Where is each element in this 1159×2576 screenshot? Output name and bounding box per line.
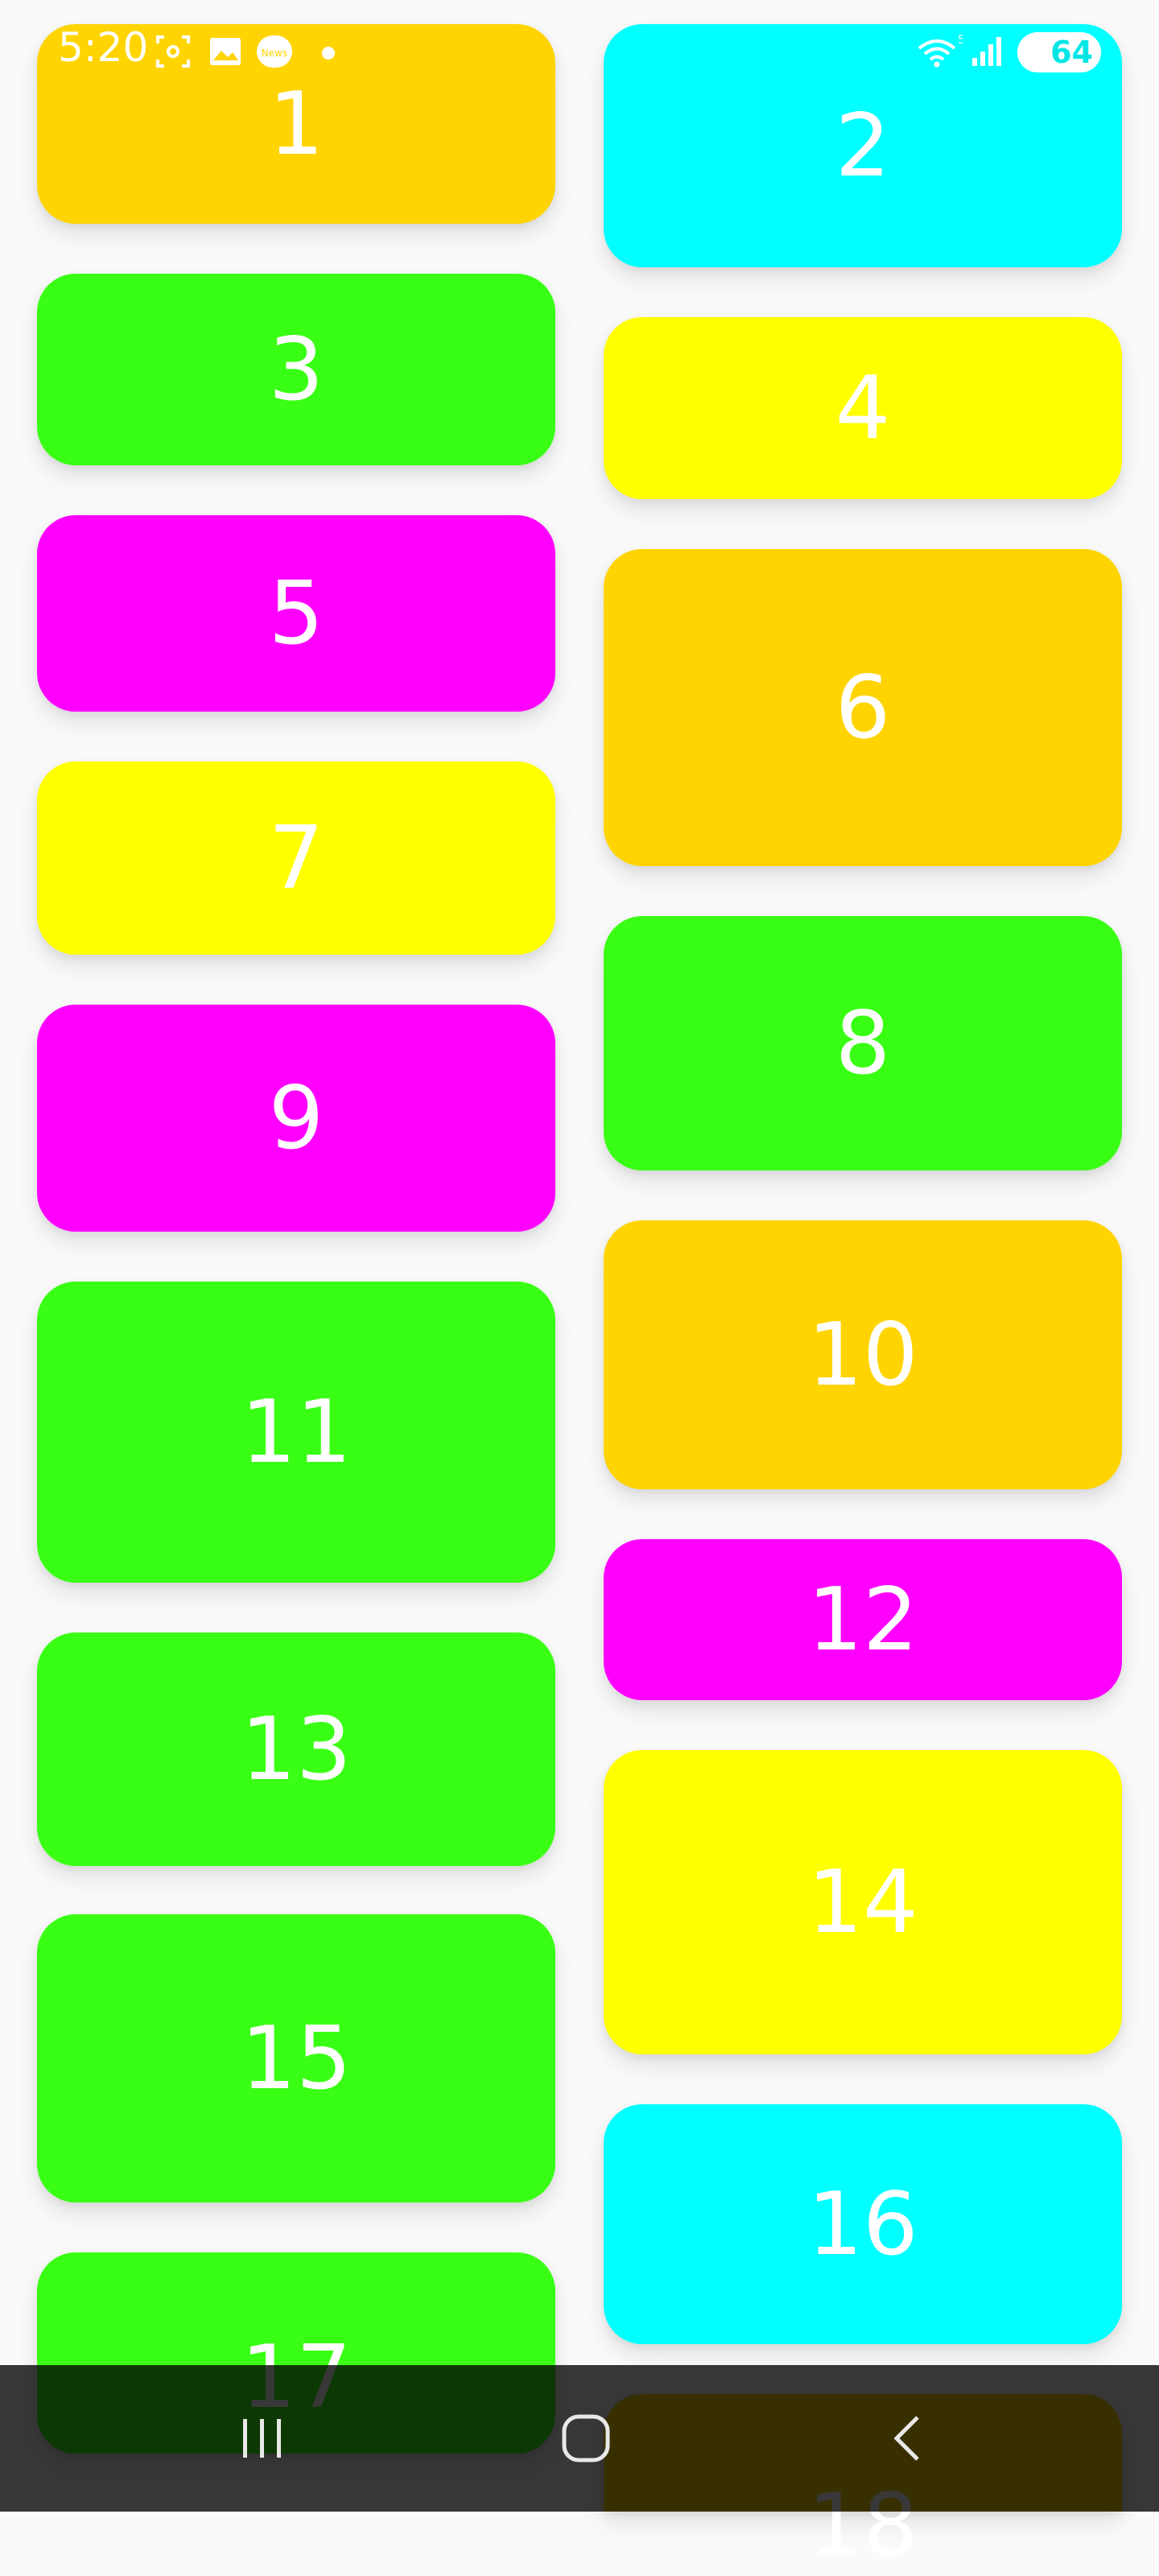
grid-card[interactable]: 14: [604, 1750, 1122, 2054]
grid-card[interactable]: 3: [37, 274, 555, 465]
card-label: 14: [807, 1852, 918, 1953]
card-label: 8: [835, 993, 891, 1094]
card-label: 9: [268, 1067, 324, 1169]
grid-card[interactable]: 12: [604, 1539, 1122, 1700]
grid-card[interactable]: 8: [604, 916, 1122, 1170]
grid-card[interactable]: 6: [604, 549, 1122, 866]
wifi-icon: 5: [918, 34, 963, 68]
grid-card[interactable]: 16: [604, 2104, 1122, 2344]
card-label: 4: [835, 357, 891, 459]
card-label: 16: [807, 2174, 918, 2275]
back-button[interactable]: [813, 2365, 1006, 2512]
card-label: 2: [835, 95, 891, 196]
gallery-icon: [210, 38, 241, 65]
navigation-bar: [0, 2365, 1159, 2512]
dot-icon: [322, 47, 335, 60]
card-label: 6: [835, 657, 891, 758]
recent-apps-button[interactable]: [166, 2365, 359, 2512]
battery-level: 64: [1050, 35, 1093, 70]
status-time: 5:20: [58, 24, 149, 71]
card-label: 11: [241, 1381, 352, 1483]
card-label: 5: [268, 563, 324, 664]
svg-text:News: News: [262, 47, 287, 59]
card-label: 3: [268, 319, 324, 420]
recent-apps-icon: [243, 2419, 281, 2458]
card-label: 10: [807, 1304, 918, 1406]
home-icon: [562, 2414, 610, 2462]
card-label: 7: [268, 807, 324, 909]
news-icon: News: [257, 35, 292, 68]
grid-card[interactable]: 13: [37, 1633, 555, 1866]
back-icon: [893, 2416, 919, 2461]
grid-card[interactable]: 4: [604, 317, 1122, 499]
card-label: 13: [241, 1699, 352, 1800]
grid-card[interactable]: 11: [37, 1282, 555, 1583]
svg-text:5: 5: [958, 34, 963, 47]
screenshot-icon: [156, 35, 190, 68]
grid-card[interactable]: 5: [37, 515, 555, 712]
grid-card[interactable]: 15: [37, 1914, 555, 2202]
grid-card[interactable]: 9: [37, 1005, 555, 1232]
status-bar: 5:20 News 5 64: [0, 0, 1159, 105]
card-label: 12: [807, 1569, 918, 1670]
battery-icon: 64: [1017, 32, 1101, 72]
home-button[interactable]: [489, 2365, 683, 2512]
grid-card[interactable]: 10: [604, 1220, 1122, 1489]
signal-icon: [972, 37, 1001, 66]
card-label: 15: [241, 2008, 352, 2109]
grid-card[interactable]: 7: [37, 762, 555, 955]
